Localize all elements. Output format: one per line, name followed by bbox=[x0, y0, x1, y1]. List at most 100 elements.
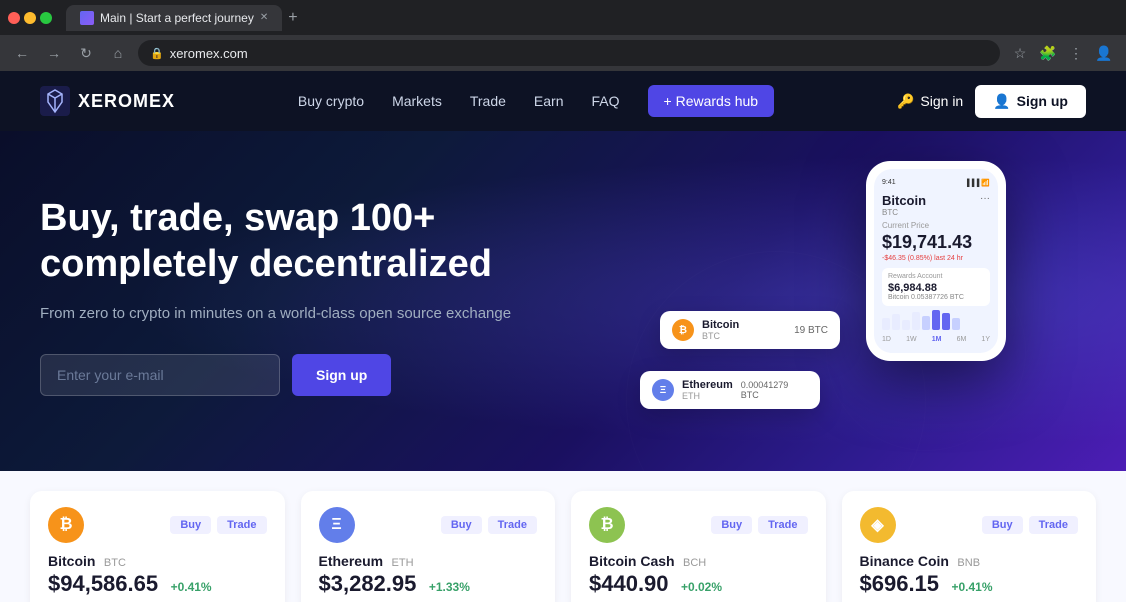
bch-price: $440.90 bbox=[589, 571, 669, 596]
bch-card-actions: Buy Trade bbox=[711, 516, 807, 534]
nav-earn[interactable]: Earn bbox=[534, 93, 564, 109]
bnb-name-row: Binance Coin BNB bbox=[860, 553, 1079, 571]
btc-trade-button[interactable]: Trade bbox=[217, 516, 266, 534]
floating-eth-name: Ethereum bbox=[682, 379, 733, 391]
crypto-section: ₿ Buy Trade Bitcoin BTC $94,586.65 +0.41… bbox=[0, 471, 1126, 602]
menu-button[interactable]: ⋮ bbox=[1064, 41, 1088, 65]
hero-content: Buy, trade, swap 100+ completely decentr… bbox=[40, 196, 540, 395]
bnb-trade-button[interactable]: Trade bbox=[1029, 516, 1078, 534]
bnb-price-row: $696.15 +0.41% bbox=[860, 571, 1079, 597]
active-tab[interactable]: Main | Start a perfect journey ✕ bbox=[66, 5, 282, 31]
url-text: xeromex.com bbox=[170, 46, 248, 61]
close-window-button[interactable] bbox=[8, 12, 20, 24]
account-button[interactable]: 👤 bbox=[1092, 41, 1116, 65]
tab-close-button[interactable]: ✕ bbox=[260, 12, 268, 23]
eth-trade-button[interactable]: Trade bbox=[488, 516, 537, 534]
eth-coin-icon: Ξ bbox=[319, 507, 355, 543]
bch-price-row: $440.90 +0.02% bbox=[589, 571, 808, 597]
back-button[interactable]: ← bbox=[10, 41, 34, 65]
tab-bar: Main | Start a perfect journey ✕ + bbox=[66, 5, 1118, 31]
btc-buy-button[interactable]: Buy bbox=[170, 516, 211, 534]
crypto-grid: ₿ Buy Trade Bitcoin BTC $94,586.65 +0.41… bbox=[30, 491, 1096, 602]
rewards-hub-button[interactable]: + Rewards hub bbox=[648, 85, 775, 117]
bookmark-button[interactable]: ☆ bbox=[1008, 41, 1032, 65]
bch-buy-button[interactable]: Buy bbox=[711, 516, 752, 534]
new-tab-button[interactable]: + bbox=[282, 7, 303, 29]
browser-chrome: Main | Start a perfect journey ✕ + bbox=[0, 0, 1126, 35]
bch-card-header: ₿ Buy Trade bbox=[589, 507, 808, 543]
eth-icon-small: Ξ bbox=[652, 379, 674, 401]
nav-markets[interactable]: Markets bbox=[392, 93, 442, 109]
phone-change: -$46.35 (0.85%) last 24 hr bbox=[882, 255, 990, 262]
page-content: XEROMEX Buy crypto Markets Trade Earn FA… bbox=[0, 71, 1126, 602]
eth-change: +1.33% bbox=[429, 580, 470, 594]
hero-form: Sign up bbox=[40, 354, 540, 396]
floating-eth-info: Ethereum ETH bbox=[682, 379, 733, 401]
hero-section: Buy, trade, swap 100+ completely decentr… bbox=[0, 131, 1126, 471]
sign-in-icon: 🔑 bbox=[897, 93, 914, 110]
bnb-buy-button[interactable]: Buy bbox=[982, 516, 1023, 534]
user-icon: 👤 bbox=[993, 93, 1010, 110]
logo: XEROMEX bbox=[40, 86, 175, 116]
floating-btc-info: Bitcoin BTC bbox=[702, 319, 739, 341]
address-bar-row: ← → ↻ ⌂ 🔒 xeromex.com ☆ 🧩 ⋮ 👤 bbox=[0, 35, 1126, 71]
refresh-button[interactable]: ↻ bbox=[74, 41, 98, 65]
bnb-card-actions: Buy Trade bbox=[982, 516, 1078, 534]
phone-rewards-label: Rewards Account bbox=[888, 273, 984, 280]
phone-rewards-card: Rewards Account $6,984.88 Bitcoin 0.0538… bbox=[882, 268, 990, 306]
eth-ticker: ETH bbox=[392, 557, 414, 569]
eth-name: Ethereum bbox=[319, 553, 384, 569]
floating-btc-name: Bitcoin bbox=[702, 319, 739, 331]
sign-in-button[interactable]: 🔑 Sign in bbox=[897, 93, 963, 110]
hero-title: Buy, trade, swap 100+ completely decentr… bbox=[40, 196, 540, 287]
eth-card-actions: Buy Trade bbox=[441, 516, 537, 534]
crypto-card-btc: ₿ Buy Trade Bitcoin BTC $94,586.65 +0.41… bbox=[30, 491, 285, 602]
phone-dots-icon: ··· bbox=[980, 193, 990, 204]
bnb-name: Binance Coin bbox=[860, 553, 949, 569]
phone-time: 9:41 bbox=[882, 179, 896, 187]
maximize-window-button[interactable] bbox=[40, 12, 52, 24]
phone-status-bar: 9:41 ▐▐▐ 📶 bbox=[882, 179, 990, 187]
address-bar[interactable]: 🔒 xeromex.com bbox=[138, 40, 1000, 66]
sign-up-label: Sign up bbox=[1017, 93, 1068, 109]
floating-card-eth: Ξ Ethereum ETH 0.00041279 BTC bbox=[640, 371, 820, 409]
phone-signal: ▐▐▐ 📶 bbox=[964, 179, 990, 187]
phone-mockup: 9:41 ▐▐▐ 📶 Bitcoin BTC ··· Current Price… bbox=[866, 161, 1026, 361]
phone-price: $19,741.43 bbox=[882, 232, 990, 253]
logo-icon bbox=[40, 86, 70, 116]
floating-btc-ticker: BTC bbox=[702, 331, 739, 341]
crypto-card-bch: ₿ Buy Trade Bitcoin Cash BCH $440.90 +0.… bbox=[571, 491, 826, 602]
toolbar-icons: ☆ 🧩 ⋮ 👤 bbox=[1008, 41, 1116, 65]
nav-faq[interactable]: FAQ bbox=[592, 93, 620, 109]
forward-button[interactable]: → bbox=[42, 41, 66, 65]
btc-coin-icon: ₿ bbox=[48, 507, 84, 543]
phone-price-label: Current Price bbox=[882, 221, 990, 230]
bch-trade-button[interactable]: Trade bbox=[758, 516, 807, 534]
logo-text: XEROMEX bbox=[78, 91, 175, 112]
bnb-coin-icon: ◈ bbox=[860, 507, 896, 543]
nav-buy-crypto[interactable]: Buy crypto bbox=[298, 93, 364, 109]
extensions-button[interactable]: 🧩 bbox=[1036, 41, 1060, 65]
hero-signup-button[interactable]: Sign up bbox=[292, 354, 391, 396]
bnb-change: +0.41% bbox=[951, 580, 992, 594]
minimize-window-button[interactable] bbox=[24, 12, 36, 24]
phone-coin-name: Bitcoin bbox=[882, 193, 926, 208]
bch-name-row: Bitcoin Cash BCH bbox=[589, 553, 808, 571]
eth-name-row: Ethereum ETH bbox=[319, 553, 538, 571]
floating-eth-amount: 0.00041279 BTC bbox=[741, 380, 808, 400]
btc-price-row: $94,586.65 +0.41% bbox=[48, 571, 267, 597]
email-input[interactable] bbox=[40, 354, 280, 396]
sign-up-button[interactable]: 👤 Sign up bbox=[975, 85, 1086, 118]
phone-outer: 9:41 ▐▐▐ 📶 Bitcoin BTC ··· Current Price… bbox=[866, 161, 1006, 361]
navbar: XEROMEX Buy crypto Markets Trade Earn FA… bbox=[0, 71, 1126, 131]
phone-chart bbox=[882, 310, 990, 330]
eth-buy-button[interactable]: Buy bbox=[441, 516, 482, 534]
nav-links: Buy crypto Markets Trade Earn FAQ + Rewa… bbox=[298, 85, 774, 117]
nav-trade[interactable]: Trade bbox=[470, 93, 506, 109]
crypto-card-bnb: ◈ Buy Trade Binance Coin BNB $696.15 +0.… bbox=[842, 491, 1097, 602]
bnb-card-header: ◈ Buy Trade bbox=[860, 507, 1079, 543]
bch-ticker: BCH bbox=[683, 557, 706, 569]
home-button[interactable]: ⌂ bbox=[106, 41, 130, 65]
sign-in-label: Sign in bbox=[920, 93, 963, 109]
tab-favicon bbox=[80, 11, 94, 25]
